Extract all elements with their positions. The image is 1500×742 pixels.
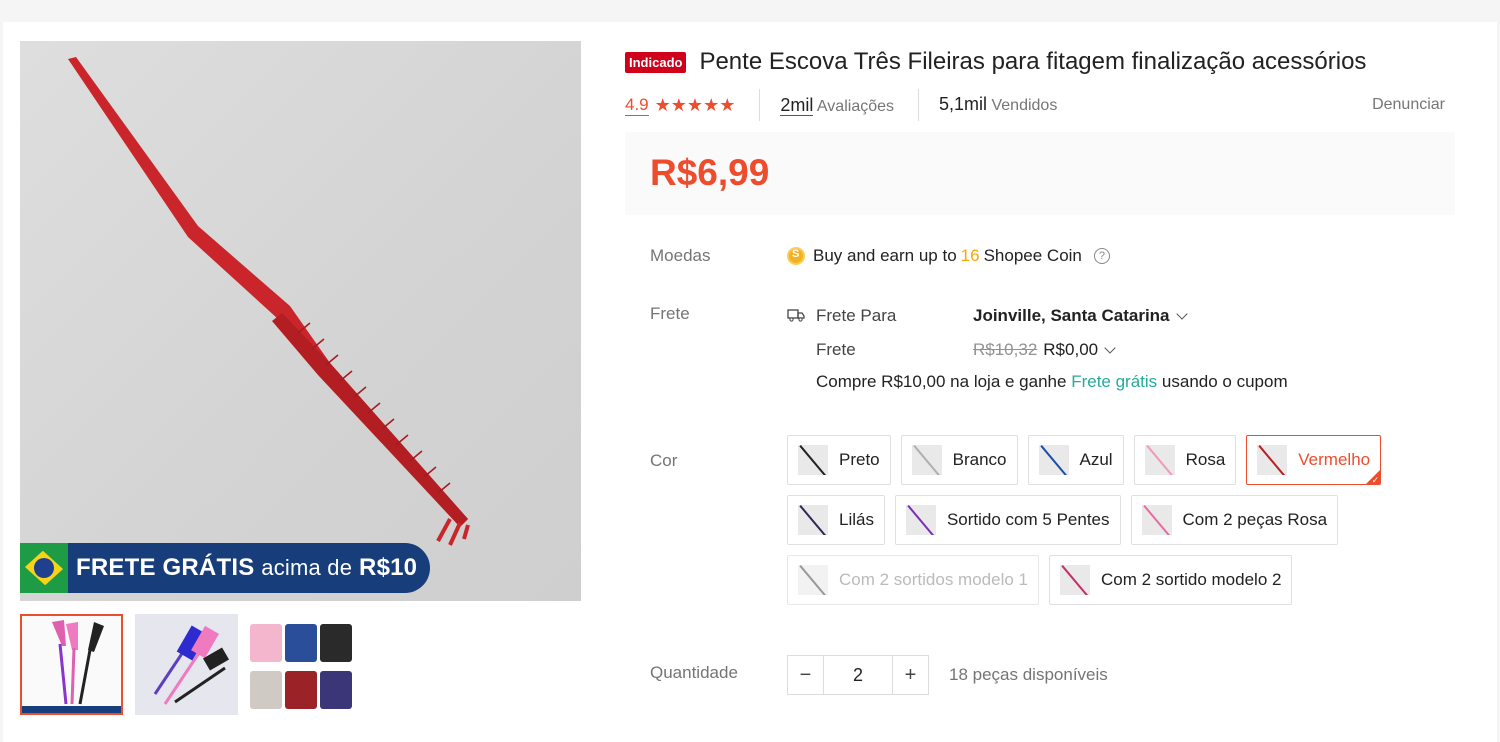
ship-fee-dropdown[interactable]: R$10,32 R$0,00 [973,340,1116,360]
quantity-stepper: − 2 + 18 peças disponíveis [787,655,1108,695]
color-option-rosa[interactable]: Rosa [1133,435,1237,485]
color-swatch-image [1059,565,1090,595]
main-product-image[interactable]: FRETE GRÁTIS acima de R$10 [20,41,581,601]
promo-text-before: Compre R$10,00 na loja e ganhe [816,372,1067,391]
star-icon: ★ [686,95,704,115]
star-icon: ★ [670,95,687,115]
decrease-quantity-button[interactable]: − [787,655,824,695]
color-option-com-2-sortidos-modelo-1[interactable]: Com 2 sortidos modelo 1 [787,555,1039,605]
thumbnail-1-image [22,620,121,713]
truck-icon [787,308,807,325]
product-card: FRETE GRÁTIS acima de R$10 Indicado Pent… [3,22,1497,742]
product-stats: 4.9 ★★★★★ 2mil Avaliações 5,1mil Vendido… [625,89,1445,121]
increase-quantity-button[interactable]: + [892,655,929,695]
thumbnail-2[interactable] [135,614,238,715]
price: R$6,99 [650,152,770,193]
quantity-label: Quantidade [650,663,738,682]
shopee-coin-icon [787,247,805,265]
color-option-sortido-com-5-pentes[interactable]: Sortido com 5 Pentes [894,495,1121,545]
color-swatch-image [798,505,828,535]
color-option-vermelho[interactable]: Vermelho [1246,435,1382,486]
ship-location: Joinville, Santa Catarina [973,306,1170,325]
color-swatch-image [798,445,828,475]
coins-amount: 16 [960,246,980,265]
coins-text-after: Shopee Coin [983,246,1082,265]
ship-fee-label: Frete [816,340,856,359]
color-swatch-image [1257,445,1288,475]
reviews-link[interactable]: 2mil Avaliações [760,89,920,121]
color-option-com-2-peças-rosa[interactable]: Com 2 peças Rosa [1130,495,1339,545]
color-swatch-image [1144,445,1175,475]
coins-text-before: Buy and earn up to [813,246,957,265]
old-ship-fee: R$10,32 [973,340,1038,359]
shipping-info: Frete Para Joinville, Santa Catarina Fre… [787,304,1288,392]
sold-label: Vendidos [991,97,1058,114]
quantity-input[interactable]: 2 [824,655,892,695]
color-option-preto[interactable]: Preto [787,435,891,485]
thumbnail-3[interactable] [250,614,353,715]
color-option-label: Lilás [839,510,874,529]
color-option-label: Vermelho [1298,450,1371,469]
swatch-pink [250,624,282,662]
sold-info: 5,1mil Vendidos [919,88,1057,122]
thumbnail-1[interactable] [20,614,123,715]
color-option-label: Branco [952,450,1007,469]
recommended-badge: Indicado [625,51,687,73]
color-swatch-image [1038,445,1069,475]
ship-location-dropdown[interactable]: Joinville, Santa Catarina [973,306,1188,326]
color-swatch-image [1141,505,1172,535]
color-option-label: Sortido com 5 Pentes [946,510,1110,529]
promo-text-after: usando o cupom [1161,372,1288,391]
coins-label: Moedas [650,246,711,265]
thumbnail-2-image [153,625,230,705]
star-icon: ★ [654,95,671,115]
free-shipping-link[interactable]: Frete grátis [1071,372,1157,391]
color-option-azul[interactable]: Azul [1027,435,1124,485]
stock-available: 18 peças disponíveis [949,665,1108,684]
color-swatch-image [905,505,936,535]
reviews-count: 2mil [780,95,814,116]
color-option-label: Com 2 peças Rosa [1182,510,1328,529]
star-icon: ★ [703,95,720,115]
price-box: R$6,99 [625,132,1455,215]
color-option-label: Azul [1079,450,1113,469]
swatch-white [250,671,282,709]
help-icon[interactable]: ? [1093,248,1110,264]
chevron-down-icon [1175,308,1188,320]
color-label: Cor [650,451,678,470]
free-shipping-promo: Compre R$10,00 na loja e ganhe Frete grá… [816,372,1288,392]
comb-illustration [68,57,470,546]
banner-text: FRETE GRÁTIS acima de R$10 [76,554,418,581]
sold-count: 5,1mil [939,94,988,114]
thumbnail-strip [20,614,353,715]
star-icon: ★ [719,95,736,115]
free-shipping-banner: FRETE GRÁTIS acima de R$10 [20,543,430,593]
color-option-label: Com 2 sortidos modelo 1 [839,570,1028,589]
ship-to-label: Frete Para [816,306,897,325]
color-option-lilás[interactable]: Lilás [787,495,885,545]
coins-info: Buy and earn up to 16 Shopee Coin ? [787,246,1110,266]
color-option-label: Com 2 sortido modelo 2 [1100,570,1282,589]
product-title: Pente Escova Três Fileiras para fitagem … [699,48,1367,75]
color-swatch-image [911,445,942,475]
ship-fee: R$0,00 [1043,340,1099,359]
color-option-label: Rosa [1185,450,1226,469]
report-link[interactable]: Denunciar [1372,96,1445,114]
swatch-blue [285,624,317,662]
shipping-label: Frete [650,304,690,323]
swatch-black [320,624,352,662]
title-row: Indicado Pente Escova Três Fileiras para… [625,48,1366,76]
color-option-label: Preto [839,450,880,469]
chevron-down-icon [1104,342,1116,354]
rating-value[interactable]: 4.9 [625,95,649,116]
color-swatch-image [798,565,828,595]
rating-stars: ★★★★★ [655,89,761,121]
swatch-lilac [320,671,352,709]
color-option-branco[interactable]: Branco [900,435,1018,485]
brazil-flag-icon [20,543,68,593]
color-options: Preto Branco Azul Rosa Vermelho Lilás Sortido … [787,435,1447,605]
swatch-red [285,671,317,709]
color-option-com-2-sortido-modelo-2[interactable]: Com 2 sortido modelo 2 [1048,555,1293,605]
reviews-label: Avaliações [816,98,895,115]
